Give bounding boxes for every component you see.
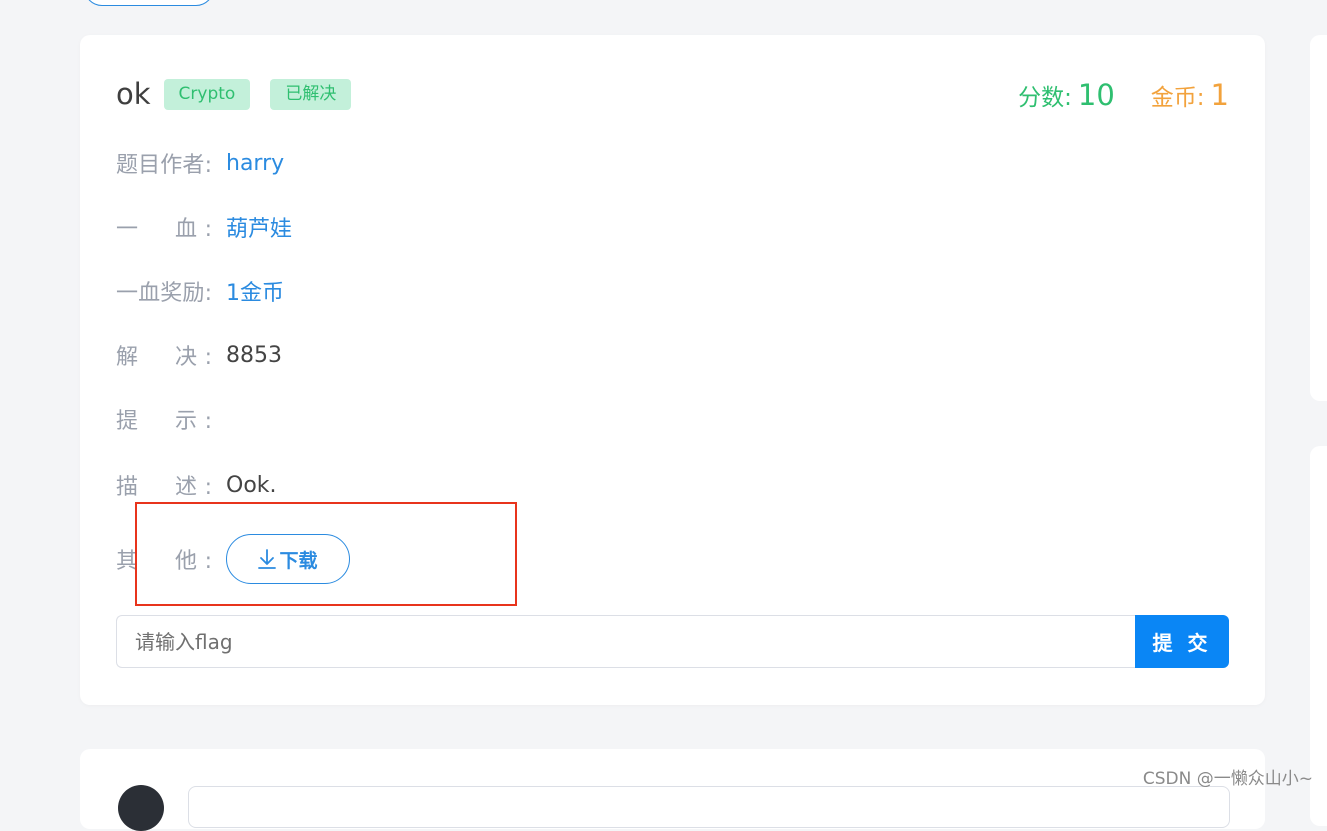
submit-button[interactable]: 提 交	[1135, 615, 1229, 668]
hint-label: 提 示:	[116, 403, 212, 435]
challenge-header: ok Crypto 已解决	[116, 77, 371, 111]
author-row: 题目作者: harry	[116, 147, 284, 179]
coin-value: 1	[1211, 78, 1229, 112]
author-link[interactable]: harry	[226, 151, 284, 176]
coin-label: 金币:	[1151, 78, 1205, 112]
first-blood-reward-label: 一血奖励:	[116, 275, 212, 307]
flag-input[interactable]	[116, 615, 1135, 668]
first-blood-link[interactable]: 葫芦娃	[226, 211, 292, 243]
top-pill-button[interactable]	[84, 0, 214, 6]
solves-label: 解 决:	[116, 339, 212, 371]
first-blood-reward-value: 1金币	[226, 275, 284, 307]
description-value: Ook.	[226, 473, 277, 498]
watermark: CSDN @一懒众山小~	[1143, 764, 1313, 789]
author-label: 题目作者:	[116, 147, 212, 179]
status-badge: 已解决	[270, 79, 351, 110]
hint-row: 提 示:	[116, 403, 226, 435]
flag-form: 提 交	[116, 615, 1229, 668]
category-tag: Crypto	[164, 79, 251, 110]
first-blood-reward-row: 一血奖励: 1金币	[116, 275, 284, 307]
comment-input[interactable]	[188, 786, 1230, 828]
score-label: 分数:	[1018, 78, 1072, 112]
description-label: 描 述:	[116, 469, 212, 501]
first-blood-label: 一 血:	[116, 211, 212, 243]
side-card	[1310, 35, 1327, 401]
description-row: 描 述: Ook.	[116, 469, 277, 501]
comment-card	[80, 749, 1265, 829]
challenge-title: ok	[116, 79, 151, 109]
solves-row: 解 决: 8853	[116, 339, 282, 371]
score-value: 10	[1078, 78, 1115, 112]
avatar	[118, 785, 164, 831]
highlight-annotation	[135, 502, 517, 606]
first-blood-row: 一 血: 葫芦娃	[116, 211, 292, 243]
solves-value: 8853	[226, 343, 282, 368]
score-summary: 分数: 10 金币: 1	[1018, 78, 1229, 112]
